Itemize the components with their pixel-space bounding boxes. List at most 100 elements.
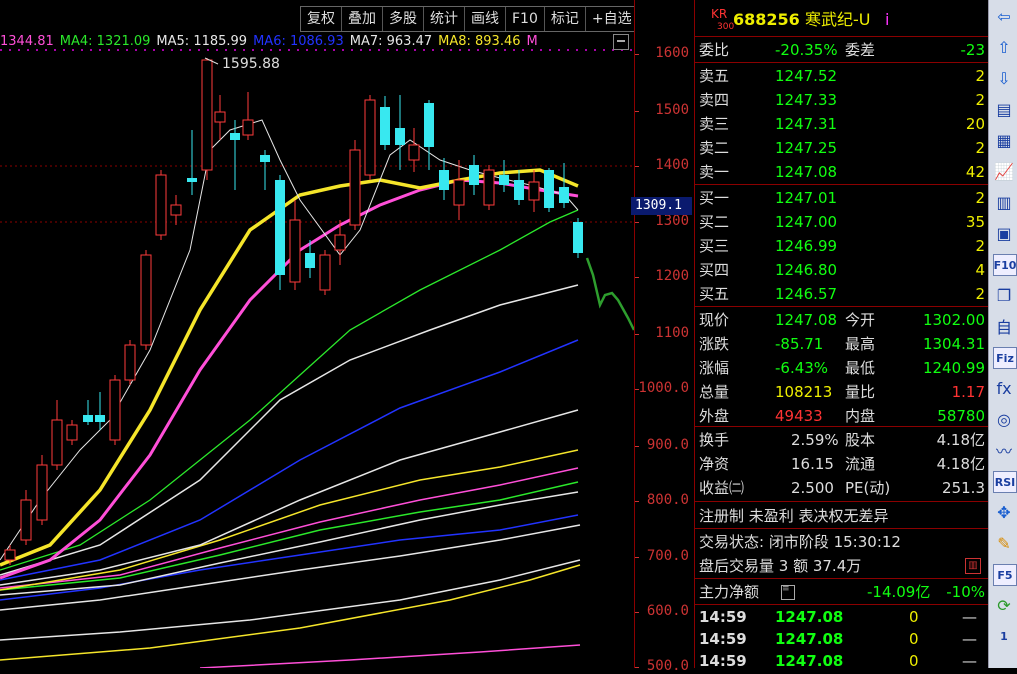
toolbar-item-1[interactable]: 叠加: [342, 7, 383, 31]
candle-chart-icon[interactable]: ▥: [993, 192, 1015, 212]
tick-direction: —: [962, 652, 977, 670]
candle-body-down: [83, 415, 93, 422]
y-axis-label-1: 1500: [655, 102, 689, 118]
line-chart-icon[interactable]: 📈: [993, 161, 1015, 181]
y-axis-tick: [635, 612, 639, 613]
candle-body-up: [140, 254, 152, 346]
main-flow-row[interactable]: 主力净额 ≡ -14.09亿 -10%: [695, 580, 989, 604]
kline-chart[interactable]: 1595.88: [0, 0, 634, 668]
stats-row: 现价 1247.08 今开 1302.00: [695, 308, 989, 332]
arrow-down-icon[interactable]: ⇩: [993, 68, 1015, 88]
page-one-icon[interactable]: 1: [993, 626, 1015, 646]
tick-time: 14:59: [699, 652, 747, 670]
move-icon[interactable]: ✥: [993, 502, 1015, 522]
ask-row: 卖一 1247.08 42: [695, 160, 989, 184]
bid-volume: 4: [975, 261, 985, 279]
toolbar-item-5[interactable]: F10: [506, 7, 545, 31]
kr-sub: 300: [717, 22, 735, 32]
fundamentals-row: 收益㈡ 2.500 PE(动) 251.3: [695, 476, 989, 500]
candle-body-down: [95, 415, 105, 422]
fiz-icon[interactable]: Fiz: [993, 347, 1017, 369]
stat-label-jingzi: 净资: [699, 455, 730, 473]
stat-value-zhangfu: -6.43%: [775, 359, 829, 377]
pencil-icon[interactable]: ✎: [993, 533, 1015, 553]
kr-badge: KR: [711, 7, 728, 21]
y-axis-label-9: 700.0: [646, 548, 689, 564]
stat-value-waipan: 49433: [775, 407, 823, 425]
toolbar-item-4[interactable]: 画线: [465, 7, 506, 31]
f10-icon[interactable]: F10: [993, 254, 1017, 276]
toolbar-item-2[interactable]: 多股: [383, 7, 424, 31]
toolbar-item-0[interactable]: 复权: [301, 7, 342, 31]
bid-volume: 35: [965, 213, 985, 231]
stat-value-shouyi: 2.500: [791, 479, 834, 497]
stat-label-huanshou: 换手: [699, 431, 730, 449]
y-axis-tick: [635, 111, 639, 112]
candle-body-up: [319, 254, 331, 291]
stat-label-zhangdie: 涨跌: [699, 335, 730, 353]
self-select-icon[interactable]: 自: [993, 316, 1015, 337]
bid-label: 买四: [699, 261, 730, 279]
candle-body-up: [453, 179, 465, 206]
ask-volume: 2: [975, 67, 985, 85]
arrow-left-icon[interactable]: ⇦: [993, 6, 1015, 26]
candle-body-up: [483, 169, 495, 206]
arrow-up-icon[interactable]: ⇧: [993, 37, 1015, 57]
candle-body-down: [187, 178, 197, 182]
candle-body-up: [364, 99, 376, 176]
stat-value-zuidi: 1240.99: [922, 359, 985, 377]
wave-icon[interactable]: 〰: [993, 440, 1015, 461]
ask-volume: 20: [965, 115, 985, 133]
toolbar-item-3[interactable]: 统计: [424, 7, 465, 31]
stats-row: 外盘 49433 内盘 58780: [695, 404, 989, 428]
candle-body-up: [155, 174, 167, 236]
main-flow-pct: -10%: [946, 583, 985, 601]
y-axis-label-8: 800.0: [646, 492, 689, 508]
y-axis-label-5: 1100: [655, 325, 689, 341]
search-circle-icon[interactable]: ◎: [993, 409, 1015, 429]
stat-label-shouyi: 收益㈡: [699, 479, 745, 497]
stock-name: 寒武纪-U: [805, 10, 871, 29]
grid-icon[interactable]: ▦: [993, 130, 1015, 150]
quote-panel: KR 300 688256 寒武纪-U i 委比 -20.35% 委差 -23 …: [694, 0, 989, 670]
main-flow-icon[interactable]: ≡: [781, 585, 795, 600]
copy-icon[interactable]: ❐: [993, 285, 1015, 305]
ma-line-ma6: [0, 339, 579, 581]
ask-label: 卖一: [699, 163, 730, 181]
stat-value-guben: 4.18亿: [936, 431, 985, 449]
candle-body-up: [214, 111, 226, 123]
tick-row: 14:59 1247.08 0 —: [695, 650, 989, 672]
fund-icon[interactable]: ▣: [993, 223, 1015, 243]
tick-direction: —: [962, 608, 977, 626]
ma-line-ma7: [0, 409, 579, 586]
tick-row: 14:59 1247.08 0 —: [695, 628, 989, 650]
rsi-icon[interactable]: RSI: [993, 471, 1017, 493]
ask-row: 卖五 1247.52 2: [695, 64, 989, 88]
stat-value-liutong: 4.18亿: [936, 455, 985, 473]
candle-body-down: [260, 155, 270, 162]
ask-label: 卖五: [699, 67, 730, 85]
registration-info: 注册制 未盈利 表决权无差异: [699, 507, 889, 525]
candle-body-down: [230, 133, 240, 140]
candle-body-up: [201, 59, 213, 171]
ask-price: 1247.33: [775, 91, 838, 109]
info-marker: i: [885, 10, 890, 29]
toolbar-item-7[interactable]: +自选: [586, 7, 634, 31]
f5-icon[interactable]: F5: [993, 564, 1017, 586]
formula-icon[interactable]: fx: [993, 378, 1015, 398]
ma-legend-item-2: MA5: 1185.99: [156, 34, 248, 49]
kline-chart-area[interactable]: 1595.88 复权叠加多股统计画线F10标记+自选返回 1344.81 MA4:…: [0, 0, 634, 668]
stock-code: 688256: [733, 10, 800, 29]
toolbar-item-6[interactable]: 标记: [545, 7, 586, 31]
after-hours-icon[interactable]: ▥: [965, 558, 981, 574]
ask-volume: 2: [975, 139, 985, 157]
stat-value-huanshou: 2.59%: [791, 431, 839, 449]
refresh-icon[interactable]: ⟳: [993, 595, 1015, 615]
legend-toggle-button[interactable]: [613, 34, 629, 50]
stat-label-xianjia: 现价: [699, 311, 730, 329]
list-icon[interactable]: ▤: [993, 99, 1015, 119]
ask-price: 1247.31: [775, 115, 838, 133]
stat-value-liangbi: 1.17: [951, 383, 985, 401]
weicha-value: -23: [960, 41, 986, 59]
stat-label-neipan: 内盘: [845, 407, 876, 425]
